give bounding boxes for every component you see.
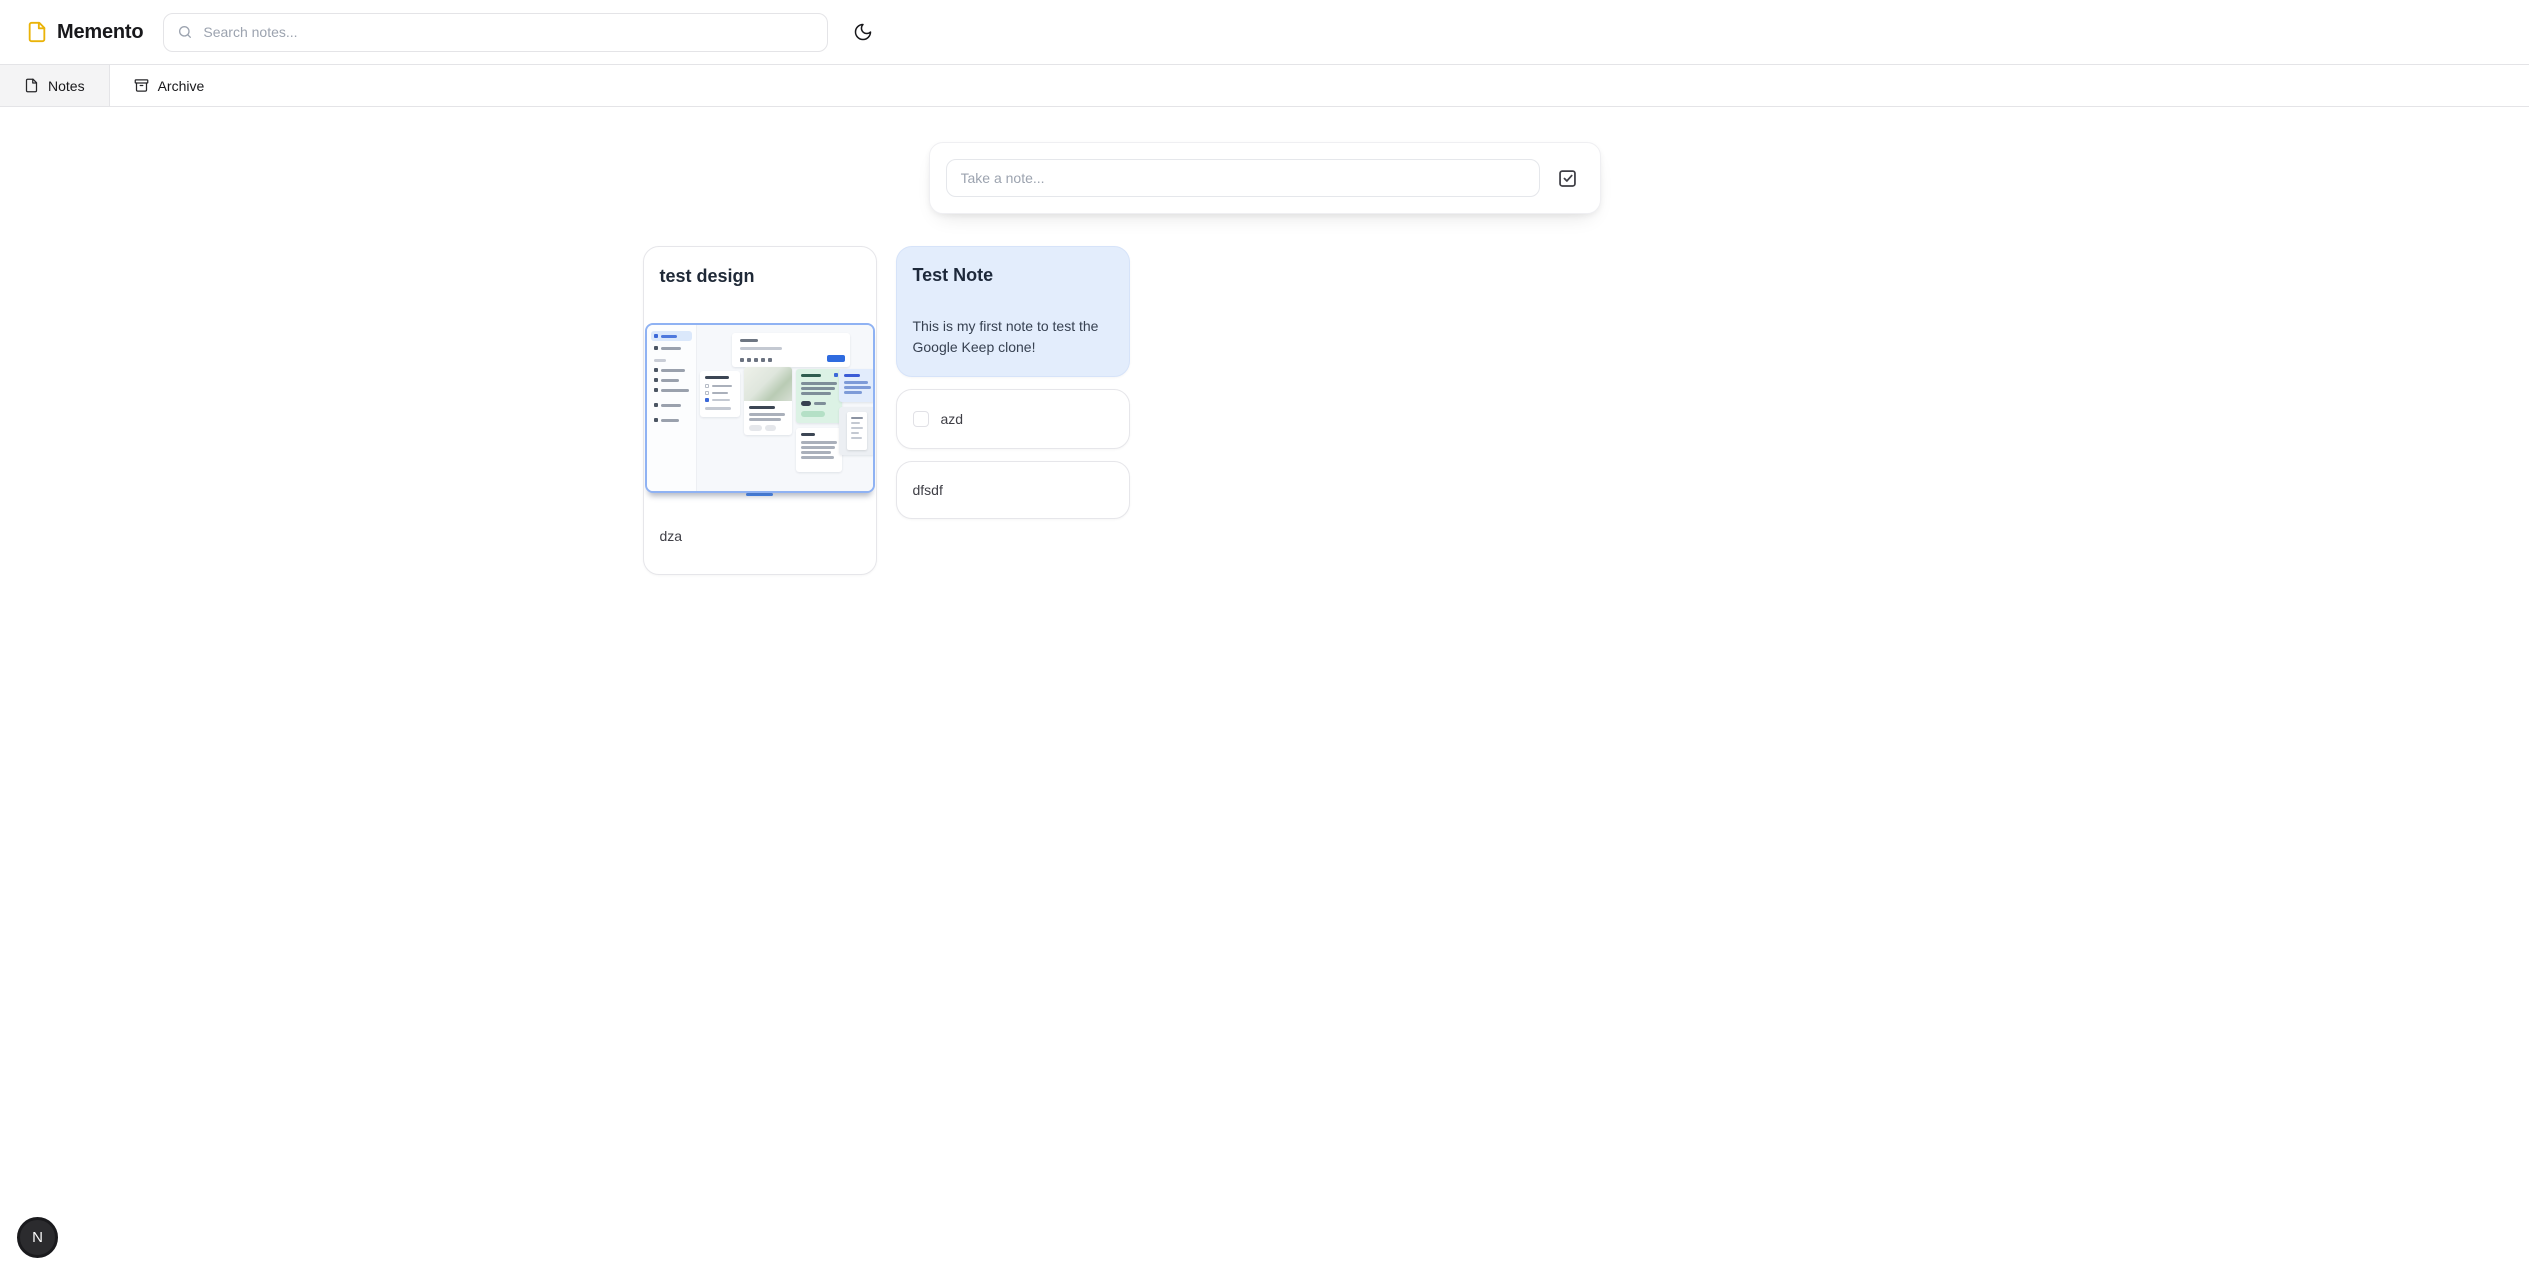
thumb-idea-card — [796, 428, 842, 472]
search-input[interactable] — [203, 24, 814, 40]
note-body: dza — [660, 526, 860, 547]
checklist-checkbox[interactable] — [913, 411, 929, 427]
profile-avatar-button[interactable]: N — [17, 1217, 58, 1258]
app-title: Memento — [57, 21, 143, 44]
thumb-photo-card — [744, 367, 792, 435]
thumb-green-card — [796, 369, 842, 423]
thumb-checklist-card — [700, 371, 740, 417]
note-title: test design — [660, 265, 860, 287]
thumb-sidebar — [647, 325, 697, 491]
note-card-azd[interactable]: azd — [896, 389, 1130, 449]
thumb-blue-card — [839, 369, 875, 402]
note-card-dfsdf[interactable]: dfsdf — [896, 461, 1130, 519]
tab-archive[interactable]: Archive — [110, 65, 229, 106]
tab-notes[interactable]: Notes — [0, 65, 110, 106]
note-image-thumbnail — [645, 323, 875, 493]
search-icon — [177, 24, 193, 40]
check-square-icon — [1557, 168, 1578, 189]
app-logo: Memento — [26, 21, 143, 44]
thumb-composer — [732, 333, 850, 367]
thumb-phone-card — [839, 407, 875, 455]
note-card-test-note[interactable]: Test Note This is my first note to test … — [896, 246, 1130, 377]
moon-icon — [853, 22, 873, 42]
new-checklist-button[interactable] — [1557, 168, 1578, 189]
thumb-main-area — [697, 325, 873, 491]
search-bar[interactable] — [163, 13, 828, 52]
notes-column-1: test design — [643, 246, 877, 575]
archive-icon — [134, 78, 149, 93]
note-body: This is my first note to test the Google… — [913, 316, 1113, 358]
file-icon — [26, 21, 48, 43]
notes-column-2: Test Note This is my first note to test … — [896, 246, 1130, 519]
notes-main: test design — [0, 142, 2529, 575]
tab-notes-label: Notes — [48, 78, 85, 94]
note-composer[interactable] — [929, 142, 1601, 214]
note-attachment — [644, 323, 876, 496]
tab-archive-label: Archive — [158, 78, 205, 94]
avatar-initial: N — [32, 1229, 43, 1246]
view-tabs: Notes Archive — [0, 64, 2529, 107]
theme-toggle-button[interactable] — [844, 13, 882, 51]
notes-grid: test design — [643, 246, 1887, 575]
file-icon — [24, 78, 39, 93]
note-title: Test Note — [913, 264, 1113, 286]
checklist-item-label: azd — [941, 409, 964, 430]
note-card-test-design[interactable]: test design — [643, 246, 877, 575]
note-body: dfsdf — [913, 480, 943, 501]
take-a-note-input[interactable] — [946, 159, 1540, 197]
app-header: Memento — [0, 0, 2529, 64]
